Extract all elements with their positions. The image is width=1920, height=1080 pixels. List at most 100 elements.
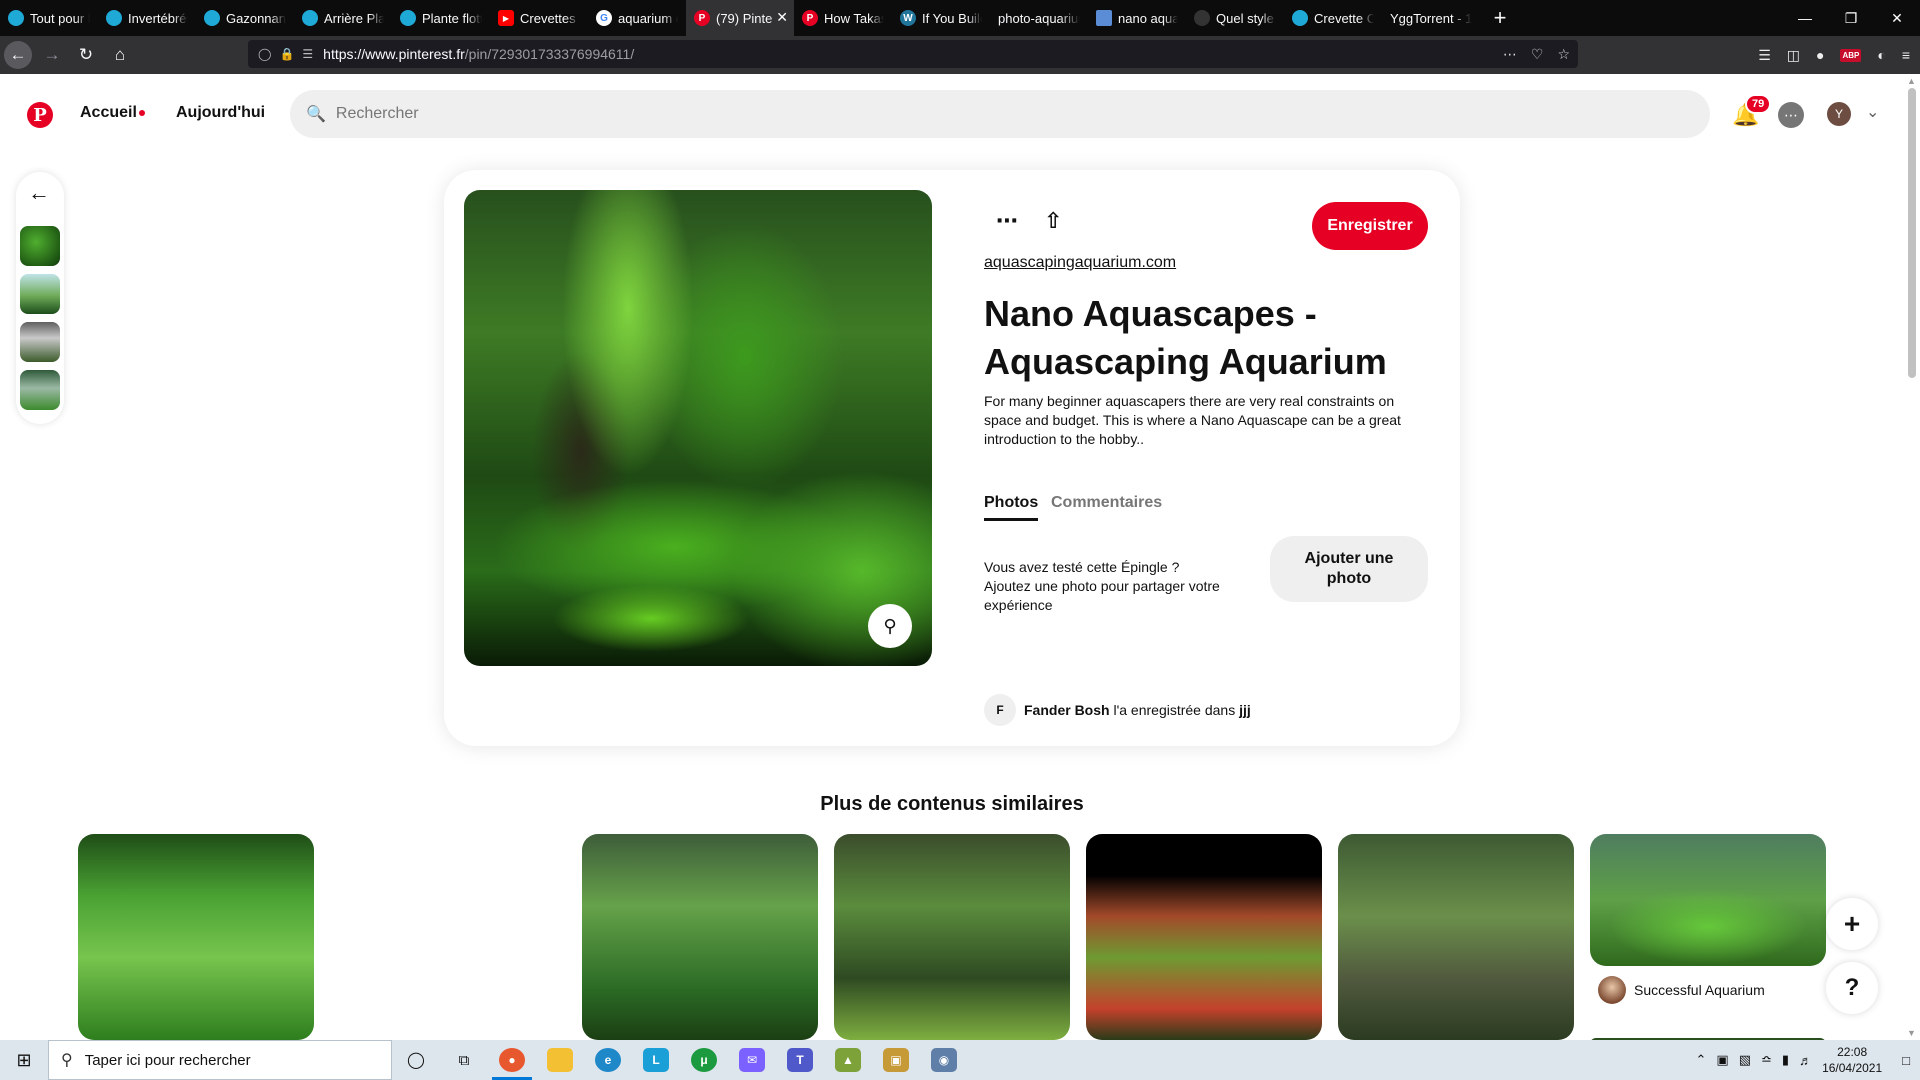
- scroll-down-arrow-icon[interactable]: ▼: [1907, 1028, 1916, 1038]
- new-tab-button[interactable]: +: [1480, 0, 1520, 36]
- sidebar-icon[interactable]: ◫: [1787, 47, 1800, 64]
- url-text[interactable]: https://www.pinterest.fr/pin/72930173337…: [323, 46, 634, 62]
- edge-icon[interactable]: e: [584, 1040, 632, 1080]
- saver-board[interactable]: jjj: [1239, 702, 1251, 718]
- visual-search-icon[interactable]: ⚲: [868, 604, 912, 648]
- similar-pin[interactable]: [582, 834, 818, 1040]
- bookmark-star-icon[interactable]: ☆: [1557, 46, 1570, 63]
- firefox-taskbar-icon[interactable]: ●: [488, 1040, 536, 1080]
- more-options-icon[interactable]: ⋯: [996, 208, 1018, 234]
- extension-icon[interactable]: ◐: [1877, 47, 1885, 63]
- reload-button[interactable]: ↻: [72, 41, 100, 69]
- search-input[interactable]: [335, 105, 1636, 123]
- cortana-icon[interactable]: ◯: [392, 1040, 440, 1080]
- close-tab-icon[interactable]: ✕: [776, 9, 788, 26]
- page-actions-icon[interactable]: ⋯: [1503, 46, 1517, 63]
- forward-button[interactable]: →: [38, 41, 66, 69]
- account-menu-chevron-icon[interactable]: ⌄: [1866, 102, 1879, 122]
- browser-tab[interactable]: Arrière Plan: [294, 0, 392, 36]
- history-thumbnail[interactable]: [20, 226, 60, 266]
- nav-home[interactable]: Accueil: [80, 104, 145, 122]
- history-thumbnail[interactable]: [20, 322, 60, 362]
- similar-pin[interactable]: [78, 834, 314, 1040]
- wifi-icon[interactable]: ≏: [1761, 1052, 1772, 1068]
- similar-pin[interactable]: [834, 834, 1070, 1040]
- similar-pin[interactable]: [1590, 834, 1826, 966]
- similar-pin[interactable]: [1086, 834, 1322, 1040]
- browser-tab[interactable]: YggTorrent - 1er: [1382, 0, 1480, 36]
- user-avatar[interactable]: Y: [1827, 102, 1851, 126]
- pin-image[interactable]: ⚲: [464, 190, 932, 666]
- browser-tab-title: aquarium qty: [618, 10, 678, 26]
- taskbar-clock[interactable]: 22:08 16/04/2021: [1822, 1044, 1882, 1076]
- home-button[interactable]: ⌂: [106, 41, 134, 69]
- browser-tab[interactable]: W If You Build a: [892, 0, 990, 36]
- pocket-icon[interactable]: ♡: [1531, 46, 1544, 63]
- save-button[interactable]: Enregistrer: [1312, 202, 1428, 250]
- network-app-icon[interactable]: ◉: [920, 1040, 968, 1080]
- nav-today[interactable]: Aujourd'hui: [176, 104, 265, 122]
- back-button[interactable]: ←: [4, 41, 32, 69]
- saver-avatar[interactable]: F: [984, 694, 1016, 726]
- browser-tab[interactable]: Tout pour la b: [0, 0, 98, 36]
- browser-tab[interactable]: Plante flottan: [392, 0, 490, 36]
- taskbar-search[interactable]: ⚲ Taper ici pour rechercher: [48, 1040, 392, 1080]
- tray-expand-icon[interactable]: ⌃: [1696, 1052, 1707, 1068]
- pinterest-logo-icon[interactable]: P: [27, 102, 53, 128]
- shield-icon[interactable]: ◯: [258, 47, 271, 61]
- windows-start-icon[interactable]: ⊞: [0, 1040, 48, 1080]
- app-l-icon[interactable]: L: [632, 1040, 680, 1080]
- browser-tab[interactable]: ▶ Crevettes Ne: [490, 0, 588, 36]
- history-thumbnail[interactable]: [20, 274, 60, 314]
- file-explorer-icon[interactable]: [536, 1040, 584, 1080]
- browser-tab[interactable]: Gaquarium qty: [588, 0, 686, 36]
- browser-tab[interactable]: P (79) Pinte ✕: [686, 0, 794, 36]
- scrollbar-thumb[interactable]: [1908, 88, 1916, 378]
- scroll-up-arrow-icon[interactable]: ▲: [1907, 76, 1916, 86]
- meet-now-icon[interactable]: ▣: [1716, 1052, 1728, 1068]
- source-link[interactable]: aquascapingaquarium.com: [984, 254, 1176, 272]
- page-scrollbar[interactable]: ▲ ▼: [1904, 74, 1920, 1040]
- browser-tab[interactable]: nano aquariu: [1088, 0, 1186, 36]
- menu-icon[interactable]: ≡: [1902, 47, 1910, 63]
- battery-icon[interactable]: ▮: [1782, 1052, 1789, 1068]
- package-icon[interactable]: ▣: [872, 1040, 920, 1080]
- minimize-button[interactable]: —: [1782, 0, 1828, 36]
- similar-pin-author[interactable]: Successful Aquarium: [1598, 976, 1765, 1004]
- lock-icon[interactable]: 🔒: [279, 47, 294, 61]
- browser-tab[interactable]: Invertébrés, c: [98, 0, 196, 36]
- close-window-button[interactable]: ✕: [1874, 0, 1920, 36]
- back-arrow-icon[interactable]: ←: [28, 180, 50, 206]
- browser-tab[interactable]: P How Takashi: [794, 0, 892, 36]
- browser-tab-title: How Takashi: [824, 10, 884, 26]
- restore-button[interactable]: ❐: [1828, 0, 1874, 36]
- similar-pin[interactable]: [1338, 834, 1574, 1040]
- messages-icon[interactable]: ⋯: [1778, 102, 1804, 128]
- add-photo-button[interactable]: Ajouter une photo: [1270, 536, 1428, 602]
- display-icon[interactable]: ▧: [1739, 1052, 1751, 1068]
- browser-tab[interactable]: Gazonnante: [196, 0, 294, 36]
- volume-icon[interactable]: ♬: [1799, 1053, 1812, 1068]
- saver-name[interactable]: Fander Bosh: [1024, 702, 1110, 718]
- library-icon[interactable]: ☰: [1758, 47, 1771, 64]
- search-bar[interactable]: 🔍: [290, 90, 1710, 138]
- account-icon[interactable]: ●: [1816, 47, 1824, 63]
- browser-tab[interactable]: Crevette Cari: [1284, 0, 1382, 36]
- help-button[interactable]: ?: [1826, 962, 1878, 1014]
- tab-comments[interactable]: Commentaires: [1051, 494, 1162, 512]
- drive-icon[interactable]: ▲: [824, 1040, 872, 1080]
- permissions-icon[interactable]: ☰: [302, 47, 313, 61]
- create-button[interactable]: +: [1826, 898, 1878, 950]
- browser-tab[interactable]: photo-aquarium-: [990, 0, 1088, 36]
- adblock-icon[interactable]: ABP: [1840, 48, 1862, 62]
- messenger-icon[interactable]: ✉: [728, 1040, 776, 1080]
- torrent-icon[interactable]: μ: [680, 1040, 728, 1080]
- task-view-icon[interactable]: ⧉: [440, 1040, 488, 1080]
- browser-tab[interactable]: Quel style d'a: [1186, 0, 1284, 36]
- url-bar[interactable]: ◯ 🔒 ☰ https://www.pinterest.fr/pin/72930…: [248, 40, 1578, 68]
- share-icon[interactable]: ⇧: [1044, 208, 1062, 234]
- tab-photos[interactable]: Photos: [984, 494, 1039, 521]
- teams-icon[interactable]: T: [776, 1040, 824, 1080]
- history-thumbnail[interactable]: [20, 370, 60, 410]
- notifications-center-icon[interactable]: □: [1902, 1053, 1910, 1068]
